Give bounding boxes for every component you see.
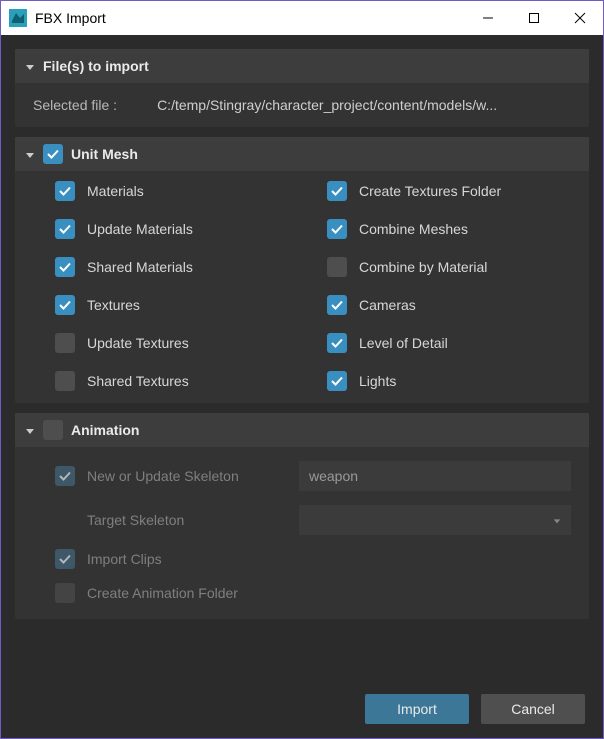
checkbox-create-anim-folder (55, 583, 75, 603)
label-shared-textures: Shared Textures (87, 373, 189, 389)
row-skeleton: New or Update Skeleton (55, 461, 571, 491)
opt-shared-textures: Shared Textures (55, 371, 303, 391)
checkbox-shared-materials[interactable] (55, 257, 75, 277)
checkbox-combine-meshes[interactable] (327, 219, 347, 239)
checkbox-cameras[interactable] (327, 295, 347, 315)
unit-mesh-label: Unit Mesh (71, 146, 138, 162)
animation-header[interactable]: Animation (15, 413, 589, 447)
unit-mesh-panel: Unit Mesh Materials Create Textures Fold… (15, 137, 589, 403)
opt-lights: Lights (327, 371, 575, 391)
label-create-textures-folder: Create Textures Folder (359, 183, 501, 199)
checkbox-update-textures[interactable] (55, 333, 75, 353)
import-button[interactable]: Import (365, 694, 469, 724)
label-create-anim-folder: Create Animation Folder (87, 585, 287, 601)
label-textures: Textures (87, 297, 140, 313)
maximize-button[interactable] (511, 1, 557, 35)
checkbox-import-clips (55, 549, 75, 569)
label-cameras: Cameras (359, 297, 416, 313)
opt-update-textures: Update Textures (55, 333, 303, 353)
opt-level-of-detail: Level of Detail (327, 333, 575, 353)
minimize-button[interactable] (465, 1, 511, 35)
chevron-down-icon (553, 512, 561, 528)
label-level-of-detail: Level of Detail (359, 335, 448, 351)
label-update-textures: Update Textures (87, 335, 189, 351)
row-target-skeleton: Target Skeleton (55, 505, 571, 535)
selected-file-value: C:/temp/Stingray/character_project/conte… (157, 97, 571, 113)
animation-label: Animation (71, 422, 139, 438)
checkbox-update-materials[interactable] (55, 219, 75, 239)
unit-mesh-options: Materials Create Textures Folder Update … (55, 181, 575, 391)
label-shared-materials: Shared Materials (87, 259, 193, 275)
selected-file-label: Selected file : (33, 97, 117, 113)
chevron-down-icon (25, 62, 35, 72)
chevron-down-icon (25, 150, 35, 160)
label-update-materials: Update Materials (87, 221, 193, 237)
opt-create-textures-folder: Create Textures Folder (327, 181, 575, 201)
animation-panel: Animation New or Update Skeleton Target … (15, 413, 589, 619)
checkbox-create-textures-folder[interactable] (327, 181, 347, 201)
dialog-body: File(s) to import Selected file : C:/tem… (1, 35, 603, 738)
label-import-clips: Import Clips (87, 551, 287, 567)
files-panel: File(s) to import Selected file : C:/tem… (15, 49, 589, 127)
opt-materials: Materials (55, 181, 303, 201)
files-header-label: File(s) to import (43, 58, 149, 74)
animation-checkbox[interactable] (43, 420, 63, 440)
checkbox-shared-textures[interactable] (55, 371, 75, 391)
label-combine-meshes: Combine Meshes (359, 221, 468, 237)
app-icon (9, 9, 27, 27)
unit-mesh-checkbox[interactable] (43, 144, 63, 164)
button-row: Import Cancel (15, 684, 589, 728)
opt-shared-materials: Shared Materials (55, 257, 303, 277)
skeleton-input[interactable] (299, 461, 571, 491)
selected-file-row: Selected file : C:/temp/Stingray/charact… (15, 83, 589, 127)
checkbox-lights[interactable] (327, 371, 347, 391)
unit-mesh-header[interactable]: Unit Mesh (15, 137, 589, 171)
fbx-import-window: FBX Import File(s) to import Selected fi… (0, 0, 604, 739)
row-create-anim-folder: Create Animation Folder (55, 583, 571, 603)
files-panel-header[interactable]: File(s) to import (15, 49, 589, 83)
window-title: FBX Import (35, 10, 106, 26)
checkbox-level-of-detail[interactable] (327, 333, 347, 353)
opt-combine-by-material: Combine by Material (327, 257, 575, 277)
label-lights: Lights (359, 373, 396, 389)
row-import-clips: Import Clips (55, 549, 571, 569)
chevron-down-icon (25, 426, 35, 436)
opt-cameras: Cameras (327, 295, 575, 315)
label-target-skeleton: Target Skeleton (87, 512, 287, 528)
opt-update-materials: Update Materials (55, 219, 303, 239)
close-button[interactable] (557, 1, 603, 35)
titlebar: FBX Import (1, 1, 603, 35)
target-skeleton-select[interactable] (299, 505, 571, 535)
checkbox-skeleton (55, 466, 75, 486)
label-materials: Materials (87, 183, 144, 199)
checkbox-materials[interactable] (55, 181, 75, 201)
label-combine-by-material: Combine by Material (359, 259, 487, 275)
label-skeleton: New or Update Skeleton (87, 468, 287, 484)
checkbox-combine-by-material[interactable] (327, 257, 347, 277)
opt-textures: Textures (55, 295, 303, 315)
cancel-button[interactable]: Cancel (481, 694, 585, 724)
opt-combine-meshes: Combine Meshes (327, 219, 575, 239)
checkbox-textures[interactable] (55, 295, 75, 315)
